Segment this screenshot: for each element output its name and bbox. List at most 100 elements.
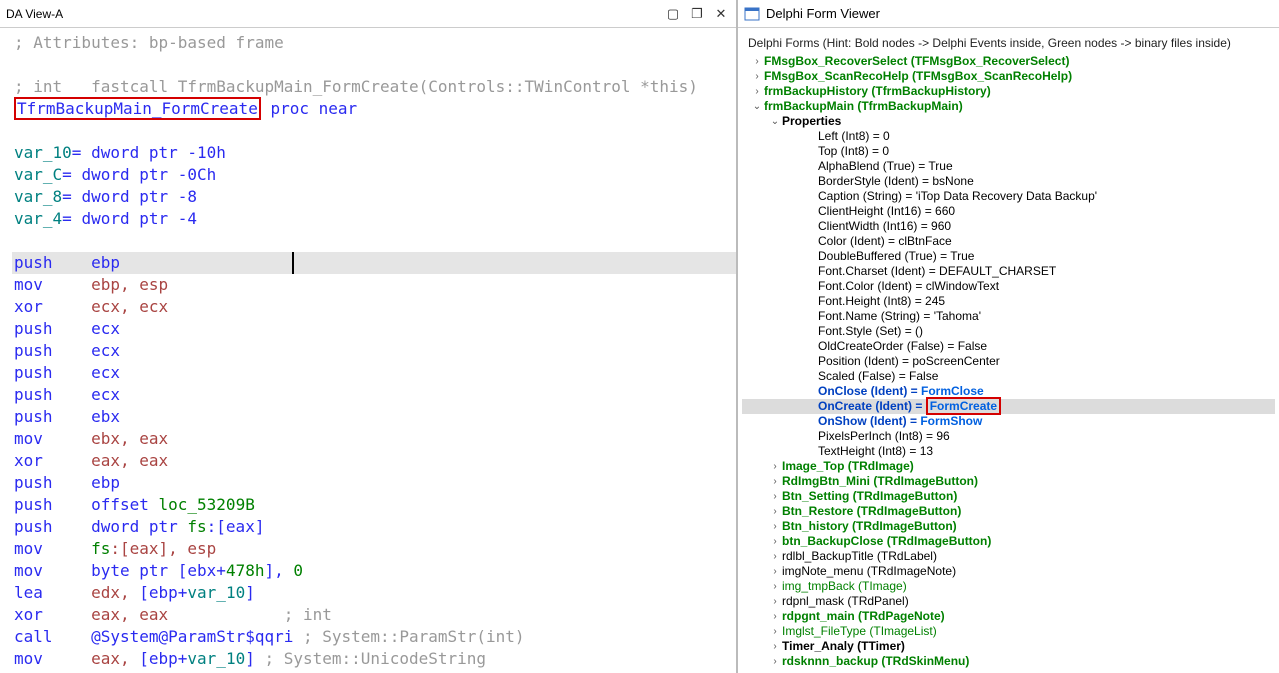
code-line[interactable]: ; Attributes: bp-based frame <box>12 32 736 54</box>
tree-row[interactable]: ClientHeight (Int16) = 660 <box>742 204 1275 219</box>
tree-row[interactable]: Caption (String) = 'iTop Data Recovery D… <box>742 189 1275 204</box>
tree-row[interactable]: ›Imglst_FileType (TImageList) <box>742 624 1275 639</box>
tree-row[interactable]: ›Btn_Restore (TRdImageButton) <box>742 504 1275 519</box>
tree-label[interactable]: Scaled (False) = False <box>818 369 938 384</box>
chevron-right-icon[interactable]: › <box>768 579 782 594</box>
tree-label[interactable]: OldCreateOrder (False) = False <box>818 339 987 354</box>
code-line[interactable]: mov ebp, esp <box>12 274 736 296</box>
chevron-right-icon[interactable]: › <box>768 594 782 609</box>
code-line[interactable]: mov ebx, eax <box>12 428 736 450</box>
tree-label[interactable]: Btn_history (TRdImageButton) <box>782 519 957 534</box>
tree-row[interactable]: ›Btn_history (TRdImageButton) <box>742 519 1275 534</box>
code-line[interactable]: mov fs:[eax], esp <box>12 538 736 560</box>
tree-label[interactable]: Position (Ident) = poScreenCenter <box>818 354 1000 369</box>
tree-row[interactable]: ›rdlbl_BackupTitle (TRdLabel) <box>742 549 1275 564</box>
tree-row[interactable]: OldCreateOrder (False) = False <box>742 339 1275 354</box>
tree-label[interactable]: btn_BackupClose (TRdImageButton) <box>782 534 991 549</box>
function-name-highlight[interactable]: TfrmBackupMain_FormCreate <box>14 97 261 120</box>
tree-row[interactable]: AlphaBlend (True) = True <box>742 159 1275 174</box>
tree-label[interactable]: FMsgBox_RecoverSelect (TFMsgBox_RecoverS… <box>764 54 1069 69</box>
code-line[interactable]: push ecx <box>12 384 736 406</box>
tree-row[interactable]: Color (Ident) = clBtnFace <box>742 234 1275 249</box>
tree-label[interactable]: rdpgnt_main (TRdPageNote) <box>782 609 945 624</box>
code-line[interactable] <box>12 230 736 252</box>
tree-row[interactable]: Font.Charset (Ident) = DEFAULT_CHARSET <box>742 264 1275 279</box>
code-line[interactable]: var_10= dword ptr -10h <box>12 142 736 164</box>
code-line[interactable]: push ebp <box>12 252 736 274</box>
tree-row[interactable]: Position (Ident) = poScreenCenter <box>742 354 1275 369</box>
tree-label[interactable]: Btn_Restore (TRdImageButton) <box>782 504 961 519</box>
tree-label[interactable]: Imglst_FileType (TImageList) <box>782 624 937 639</box>
tree-row[interactable]: ›rdpnl_mask (TRdPanel) <box>742 594 1275 609</box>
tree-row[interactable]: ›FMsgBox_RecoverSelect (TFMsgBox_Recover… <box>742 54 1275 69</box>
tree-row[interactable]: ›img_tmpBack (TImage) <box>742 579 1275 594</box>
code-line[interactable]: lea edx, [ebp+var_10] <box>12 582 736 604</box>
code-line[interactable] <box>12 120 736 142</box>
tree-row[interactable]: ›rdpgnt_main (TRdPageNote) <box>742 609 1275 624</box>
tree-row[interactable]: ›RdImgBtn_Mini (TRdImageButton) <box>742 474 1275 489</box>
chevron-right-icon[interactable]: › <box>768 474 782 489</box>
tree-row[interactable]: BorderStyle (Ident) = bsNone <box>742 174 1275 189</box>
tree-row[interactable]: Left (Int8) = 0 <box>742 129 1275 144</box>
tree-row[interactable]: Font.Name (String) = 'Tahoma' <box>742 309 1275 324</box>
tree-row[interactable]: ›Image_Top (TRdImage) <box>742 459 1275 474</box>
tree-label[interactable]: ClientHeight (Int16) = 660 <box>818 204 955 219</box>
tree-label[interactable]: Top (Int8) = 0 <box>818 144 889 159</box>
tree-row[interactable]: Top (Int8) = 0 <box>742 144 1275 159</box>
tree-row[interactable]: ⌄frmBackupMain (TfrmBackupMain) <box>742 99 1275 114</box>
tree-row[interactable]: OnCreate (Ident) = FormCreate <box>742 399 1275 414</box>
code-line[interactable]: mov byte ptr [ebx+478h], 0 <box>12 560 736 582</box>
tree-label[interactable]: Btn_Setting (TRdImageButton) <box>782 489 957 504</box>
tree-label[interactable]: Font.Color (Ident) = clWindowText <box>818 279 999 294</box>
tree-row[interactable]: ›frmBackupHistory (TfrmBackupHistory) <box>742 84 1275 99</box>
chevron-right-icon[interactable]: › <box>768 489 782 504</box>
code-line[interactable]: call @System@ParamStr$qqri ; System::Par… <box>12 626 736 648</box>
chevron-right-icon[interactable]: › <box>750 54 764 69</box>
tree-label[interactable]: Color (Ident) = clBtnFace <box>818 234 952 249</box>
tree-row[interactable]: ›Btn_Setting (TRdImageButton) <box>742 489 1275 504</box>
tree-row[interactable]: ›imgNote_menu (TRdImageNote) <box>742 564 1275 579</box>
tree-row[interactable]: ›rdsknnn_backup (TRdSkinMenu) <box>742 654 1275 669</box>
restore-icon[interactable]: ❐ <box>688 5 706 23</box>
tree-row[interactable]: Scaled (False) = False <box>742 369 1275 384</box>
code-line[interactable]: push ecx <box>12 362 736 384</box>
tree-label[interactable]: OnShow (Ident) = FormShow <box>818 414 982 429</box>
minimize-icon[interactable]: ▢ <box>664 5 682 23</box>
tree-label[interactable]: Image_Top (TRdImage) <box>782 459 914 474</box>
tree-label[interactable]: frmBackupMain (TfrmBackupMain) <box>764 99 963 114</box>
code-line[interactable]: push ecx <box>12 318 736 340</box>
tree-label[interactable]: ClientWidth (Int16) = 960 <box>818 219 951 234</box>
code-line[interactable]: ; int fastcall TfrmBackupMain_FormCreate… <box>12 76 736 98</box>
tree-label[interactable]: AlphaBlend (True) = True <box>818 159 953 174</box>
tree-label[interactable]: rdpnl_mask (TRdPanel) <box>782 594 909 609</box>
tree-label[interactable]: OnCreate (Ident) = FormCreate <box>818 399 1001 414</box>
chevron-right-icon[interactable]: › <box>768 564 782 579</box>
tree-label[interactable]: Font.Charset (Ident) = DEFAULT_CHARSET <box>818 264 1056 279</box>
chevron-right-icon[interactable]: › <box>768 654 782 669</box>
tree-row[interactable]: OnShow (Ident) = FormShow <box>742 414 1275 429</box>
chevron-down-icon[interactable]: ⌄ <box>768 114 782 129</box>
code-line[interactable]: push ebx <box>12 406 736 428</box>
code-line[interactable]: xor eax, eax ; int <box>12 604 736 626</box>
tree-row[interactable]: ›FMsgBox_ScanRecoHelp (TFMsgBox_ScanReco… <box>742 69 1275 84</box>
tree-label[interactable]: Font.Name (String) = 'Tahoma' <box>818 309 981 324</box>
tree-label[interactable]: Properties <box>782 114 841 129</box>
event-link[interactable]: FormShow <box>920 414 982 428</box>
code-line[interactable]: push dword ptr fs:[eax] <box>12 516 736 538</box>
tree-label[interactable]: img_tmpBack (TImage) <box>782 579 907 594</box>
tree-label[interactable]: FMsgBox_ScanRecoHelp (TFMsgBox_ScanRecoH… <box>764 69 1072 84</box>
tree-label[interactable]: BorderStyle (Ident) = bsNone <box>818 174 974 189</box>
tree-label[interactable]: Left (Int8) = 0 <box>818 129 890 144</box>
delphi-forms-tree[interactable]: ›FMsgBox_RecoverSelect (TFMsgBox_Recover… <box>738 54 1279 673</box>
tree-row[interactable]: ⌄Properties <box>742 114 1275 129</box>
tree-row[interactable]: Font.Style (Set) = () <box>742 324 1275 339</box>
tree-row[interactable]: Font.Color (Ident) = clWindowText <box>742 279 1275 294</box>
tree-label[interactable]: PixelsPerInch (Int8) = 96 <box>818 429 950 444</box>
tree-label[interactable]: Timer_Analy (TTimer) <box>782 639 905 654</box>
tree-label[interactable]: rdlbl_BackupTitle (TRdLabel) <box>782 549 937 564</box>
code-line[interactable]: TfrmBackupMain_FormCreate proc near <box>12 98 736 120</box>
chevron-right-icon[interactable]: › <box>750 84 764 99</box>
chevron-right-icon[interactable]: › <box>768 624 782 639</box>
chevron-down-icon[interactable]: ⌄ <box>750 99 764 114</box>
tree-label[interactable]: Font.Height (Int8) = 245 <box>818 294 945 309</box>
